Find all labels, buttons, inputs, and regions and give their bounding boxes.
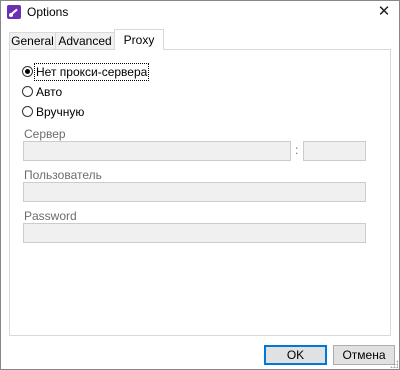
app-pen-icon — [7, 5, 21, 19]
password-input[interactable] — [23, 223, 366, 243]
radio-auto-indicator[interactable] — [22, 86, 33, 97]
title-bar[interactable]: Options ✕ — [1, 1, 399, 27]
radio-no-proxy-indicator[interactable] — [22, 66, 33, 77]
cancel-button[interactable]: Отмена — [333, 345, 395, 365]
radio-manual-label: Вручную — [36, 105, 85, 119]
port-separator: : — [295, 143, 299, 157]
ok-button[interactable]: OK — [264, 345, 327, 365]
options-window: Options ✕ General Advanced Proxy Нет про… — [0, 0, 400, 370]
password-label: Password — [24, 209, 77, 223]
radio-auto-label: Авто — [36, 85, 63, 99]
user-input[interactable] — [23, 182, 366, 202]
window-title: Options — [27, 5, 69, 19]
server-port-input[interactable] — [303, 141, 366, 161]
tab-proxy[interactable]: Proxy — [114, 29, 164, 50]
tab-advanced[interactable]: Advanced — [55, 32, 115, 49]
radio-no-proxy-label: Нет прокси-сервера — [33, 63, 150, 81]
close-icon[interactable]: ✕ — [373, 2, 395, 22]
radio-manual-indicator[interactable] — [22, 106, 33, 117]
server-label: Сервер — [24, 127, 66, 141]
server-host-input[interactable] — [23, 141, 291, 161]
tab-general[interactable]: General — [9, 32, 56, 49]
user-label: Пользователь — [24, 168, 102, 182]
